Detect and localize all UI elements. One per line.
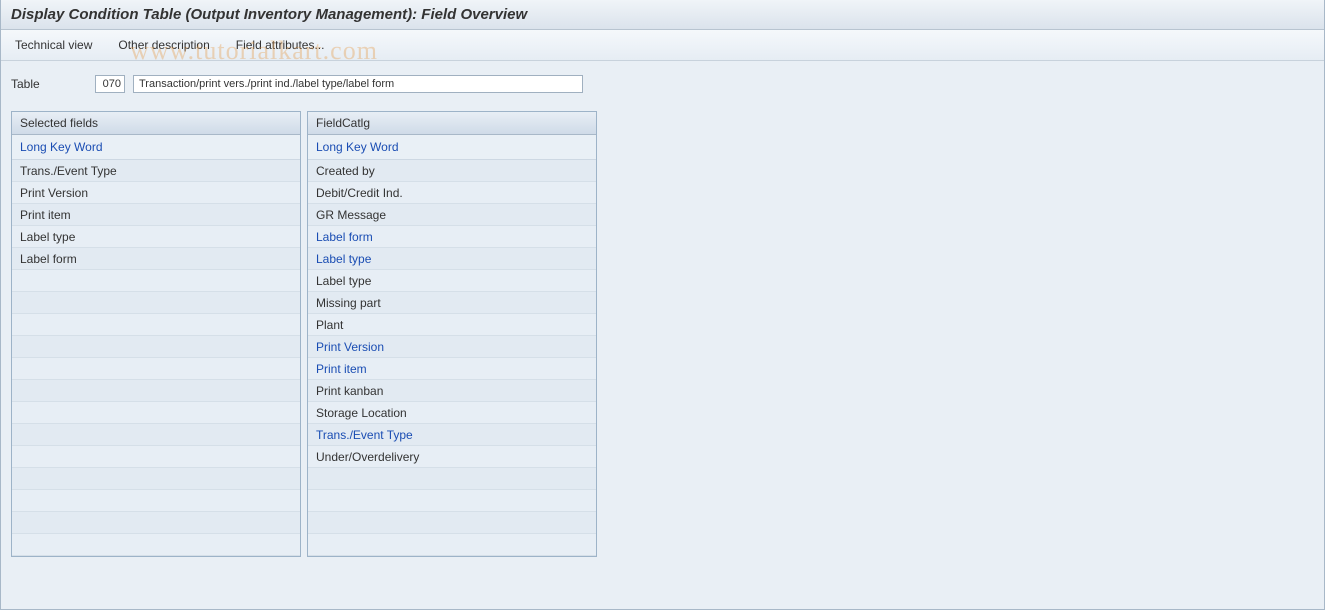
- list-item[interactable]: Print Version: [308, 336, 596, 358]
- list-item-empty[interactable]: [12, 512, 300, 534]
- list-item[interactable]: Trans./Event Type: [12, 160, 300, 182]
- list-item[interactable]: Plant: [308, 314, 596, 336]
- list-item-empty[interactable]: [308, 468, 596, 490]
- table-label: Table: [11, 77, 71, 91]
- field-attributes-button[interactable]: Field attributes...: [232, 36, 329, 54]
- table-code-input[interactable]: [95, 75, 125, 93]
- other-description-button[interactable]: Other description: [114, 36, 213, 54]
- technical-view-button[interactable]: Technical view: [11, 36, 96, 54]
- page-title: Display Condition Table (Output Inventor…: [1, 0, 1324, 30]
- list-item[interactable]: Print item: [12, 204, 300, 226]
- list-item-empty[interactable]: [12, 468, 300, 490]
- field-catalog-header: FieldCatlg: [308, 112, 596, 135]
- list-item[interactable]: Created by: [308, 160, 596, 182]
- selected-fields-header: Selected fields: [12, 112, 300, 135]
- list-item-empty[interactable]: [12, 424, 300, 446]
- list-item[interactable]: Print item: [308, 358, 596, 380]
- list-item-empty[interactable]: [12, 534, 300, 556]
- list-item-empty[interactable]: [12, 402, 300, 424]
- list-item[interactable]: Label type: [308, 270, 596, 292]
- list-item[interactable]: Storage Location: [308, 402, 596, 424]
- column-header[interactable]: Long Key Word: [308, 135, 596, 160]
- table-description-input[interactable]: [133, 75, 583, 93]
- field-catalog-panel: FieldCatlg Long Key WordCreated byDebit/…: [307, 111, 597, 557]
- list-item[interactable]: Label type: [12, 226, 300, 248]
- list-item[interactable]: Under/Overdelivery: [308, 446, 596, 468]
- selected-fields-panel: Selected fields Long Key WordTrans./Even…: [11, 111, 301, 557]
- list-item[interactable]: Label form: [308, 226, 596, 248]
- list-item[interactable]: Debit/Credit Ind.: [308, 182, 596, 204]
- list-item-empty[interactable]: [308, 534, 596, 556]
- list-item-empty[interactable]: [12, 446, 300, 468]
- list-item[interactable]: Label form: [12, 248, 300, 270]
- list-item[interactable]: Print kanban: [308, 380, 596, 402]
- list-item[interactable]: Print Version: [12, 182, 300, 204]
- list-item[interactable]: Label type: [308, 248, 596, 270]
- toolbar: Technical view Other description Field a…: [1, 30, 1324, 61]
- list-item-empty[interactable]: [12, 314, 300, 336]
- list-item-empty[interactable]: [308, 490, 596, 512]
- list-item-empty[interactable]: [12, 336, 300, 358]
- list-item-empty[interactable]: [12, 292, 300, 314]
- list-item[interactable]: Trans./Event Type: [308, 424, 596, 446]
- list-item-empty[interactable]: [12, 490, 300, 512]
- table-row: Table: [11, 75, 1314, 93]
- column-header[interactable]: Long Key Word: [12, 135, 300, 160]
- list-item[interactable]: GR Message: [308, 204, 596, 226]
- list-item-empty[interactable]: [12, 270, 300, 292]
- list-item[interactable]: Missing part: [308, 292, 596, 314]
- list-item-empty[interactable]: [12, 358, 300, 380]
- list-item-empty[interactable]: [12, 380, 300, 402]
- list-item-empty[interactable]: [308, 512, 596, 534]
